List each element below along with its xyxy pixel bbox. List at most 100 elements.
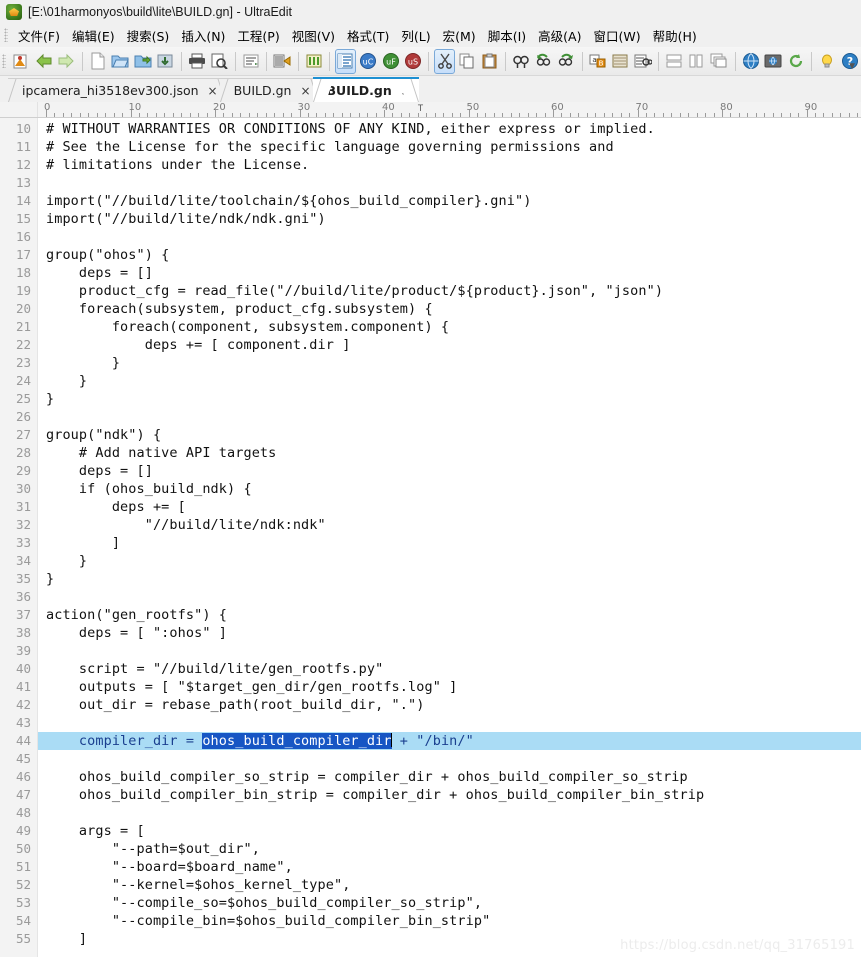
code-line[interactable]: import("//build/lite/toolchain/${ohos_bu…	[38, 192, 861, 210]
replace-button[interactable]: aB	[588, 49, 609, 74]
tile-horizontal-button[interactable]	[664, 49, 685, 74]
save-file-button[interactable]	[155, 49, 176, 74]
tip-of-day-button[interactable]	[817, 49, 838, 74]
find-next-button[interactable]	[556, 49, 577, 74]
selected-text[interactable]: ohos_build_compiler_dir	[202, 733, 392, 749]
menu-search[interactable]: 搜索(S)	[121, 24, 176, 47]
code-line[interactable]: if (ohos_build_ndk) {	[38, 480, 861, 498]
menu-advanced[interactable]: 高级(A)	[532, 24, 587, 47]
code-line[interactable]	[38, 588, 861, 606]
copy-button[interactable]	[457, 49, 478, 74]
toolbar-drag-grip[interactable]	[2, 54, 6, 68]
menu-window[interactable]: 窗口(W)	[587, 24, 646, 47]
ruler-tab-stop-marker[interactable]: T	[418, 103, 424, 113]
code-line[interactable]: }	[38, 570, 861, 588]
code-line[interactable]: "--kernel=$ohos_kernel_type",	[38, 876, 861, 894]
open-folder-button[interactable]	[133, 49, 154, 74]
column-mode-button[interactable]	[304, 49, 325, 74]
toolbar-overflow-button[interactable]: ▼	[847, 61, 857, 72]
code-line[interactable]: product_cfg = read_file("//build/lite/pr…	[38, 282, 861, 300]
paste-button[interactable]	[480, 49, 501, 74]
new-file-button[interactable]	[88, 49, 109, 74]
code-line[interactable]: ohos_build_compiler_so_strip = compiler_…	[38, 768, 861, 786]
code-line[interactable]: }	[38, 552, 861, 570]
replace-in-files-button[interactable]	[633, 49, 654, 74]
menu-file[interactable]: 文件(F)	[12, 24, 66, 47]
cascade-windows-button[interactable]	[709, 49, 730, 74]
menu-insert[interactable]: 插入(N)	[175, 24, 231, 47]
code-text-area[interactable]: # WITHOUT WARRANTIES OR CONDITIONS OF AN…	[38, 118, 861, 957]
uf-badge-button[interactable]: uF	[380, 49, 401, 74]
tile-vertical-button[interactable]	[687, 49, 708, 74]
editor-area[interactable]: 10 11 12 13 14 15 16 17 18 19 20 21 22 23 24 25 26 27 28 29…	[0, 118, 861, 957]
code-line[interactable]: ohos_build_compiler_bin_strip = compiler…	[38, 786, 861, 804]
menu-script[interactable]: 脚本(I)	[482, 24, 532, 47]
code-line[interactable]: "--compile_so=$ohos_build_compiler_so_st…	[38, 894, 861, 912]
code-line[interactable]: # Add native API targets	[38, 444, 861, 462]
code-line[interactable]: ]	[38, 930, 861, 948]
refresh-button[interactable]	[786, 49, 807, 74]
document-tab[interactable]: ipcamera_hi3518ev300.json ×	[8, 78, 226, 102]
code-line[interactable]	[38, 750, 861, 768]
menu-help[interactable]: 帮助(H)	[647, 24, 703, 47]
code-line[interactable]: group("ohos") {	[38, 246, 861, 264]
menu-drag-grip[interactable]	[4, 28, 8, 42]
code-line[interactable]: }	[38, 372, 861, 390]
menu-macro[interactable]: 宏(M)	[437, 24, 482, 47]
cut-button[interactable]	[434, 48, 456, 74]
code-line[interactable]: }	[38, 354, 861, 372]
code-line[interactable]	[38, 714, 861, 732]
code-line[interactable]: args = [	[38, 822, 861, 840]
code-line[interactable]: deps += [ component.dir ]	[38, 336, 861, 354]
code-line[interactable]: # See the License for the specific langu…	[38, 138, 861, 156]
code-line[interactable]	[38, 228, 861, 246]
code-line[interactable]: "//build/lite/ndk:ndk"	[38, 516, 861, 534]
document-tab[interactable]: BUILD.gn ×	[312, 77, 419, 102]
us-badge-button[interactable]: uS	[403, 49, 424, 74]
close-icon[interactable]: ×	[401, 85, 411, 97]
word-wrap-button[interactable]	[241, 49, 262, 74]
print-button[interactable]	[187, 49, 208, 74]
code-line[interactable]: }	[38, 390, 861, 408]
code-line[interactable]: deps = []	[38, 462, 861, 480]
code-line[interactable]: foreach(component, subsystem.component) …	[38, 318, 861, 336]
find-button[interactable]	[511, 49, 532, 74]
close-icon[interactable]: ×	[208, 85, 218, 97]
code-line[interactable]: outputs = [ "$target_gen_dir/gen_rootfs.…	[38, 678, 861, 696]
document-tab[interactable]: BUILD.gn ×	[219, 78, 319, 102]
code-line[interactable]: out_dir = rebase_path(root_build_dir, ".…	[38, 696, 861, 714]
code-line[interactable]: "--board=$board_name",	[38, 858, 861, 876]
code-line[interactable]	[38, 642, 861, 660]
menu-format[interactable]: 格式(T)	[341, 24, 395, 47]
code-line[interactable]	[38, 804, 861, 822]
find-previous-button[interactable]	[534, 49, 555, 74]
code-line[interactable]: deps = []	[38, 264, 861, 282]
menu-column[interactable]: 列(L)	[395, 24, 436, 47]
line-numbers-button[interactable]	[335, 48, 356, 74]
hex-edit-button[interactable]	[272, 49, 293, 74]
code-line[interactable]: # limitations under the License.	[38, 156, 861, 174]
ftp-browser-button[interactable]	[763, 49, 784, 74]
code-line-highlighted[interactable]: compiler_dir = ohos_build_compiler_dir +…	[38, 732, 861, 750]
browser-view-button[interactable]	[741, 49, 762, 74]
uc-badge-button[interactable]: uC	[358, 49, 379, 74]
back-arrow-button[interactable]	[34, 49, 55, 74]
menu-edit[interactable]: 编辑(E)	[66, 24, 121, 47]
code-line[interactable]: "--path=$out_dir",	[38, 840, 861, 858]
menu-view[interactable]: 视图(V)	[286, 24, 341, 47]
code-line[interactable]: ]	[38, 534, 861, 552]
code-line[interactable]: # WITHOUT WARRANTIES OR CONDITIONS OF AN…	[38, 120, 861, 138]
code-line[interactable]: script = "//build/lite/gen_rootfs.py"	[38, 660, 861, 678]
code-line[interactable]: group("ndk") {	[38, 426, 861, 444]
print-preview-button[interactable]	[209, 49, 230, 74]
code-line[interactable]: deps += [	[38, 498, 861, 516]
code-line[interactable]: deps = [ ":ohos" ]	[38, 624, 861, 642]
new-project-button[interactable]	[11, 49, 32, 74]
code-line[interactable]	[38, 174, 861, 192]
open-file-button[interactable]	[110, 49, 131, 74]
code-line[interactable]: "--compile_bin=$ohos_build_compiler_bin_…	[38, 912, 861, 930]
code-line[interactable]	[38, 408, 861, 426]
code-line[interactable]: import("//build/lite/ndk/ndk.gni")	[38, 210, 861, 228]
forward-arrow-button[interactable]	[56, 49, 77, 74]
find-in-files-button[interactable]	[610, 49, 631, 74]
